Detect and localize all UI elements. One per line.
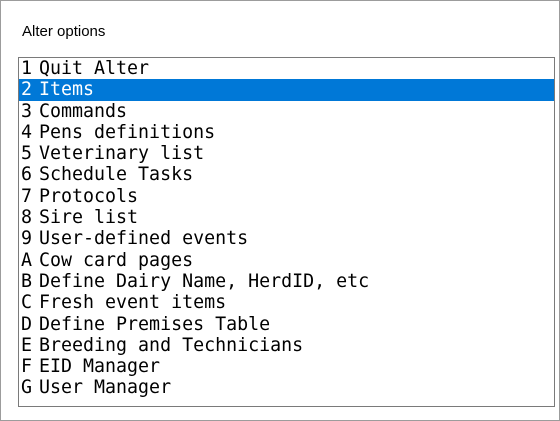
option-item[interactable]: E Breeding and Technicians (19, 335, 554, 356)
option-label: Quit Alter (39, 58, 150, 79)
option-key: 1 (21, 58, 33, 79)
option-key: 8 (21, 207, 33, 229)
option-item[interactable]: F EID Manager (19, 356, 554, 377)
option-item[interactable]: A Cow card pages (19, 250, 554, 271)
option-item[interactable]: 4 Pens definitions (19, 122, 554, 143)
option-label: Define Premises Table (39, 313, 271, 335)
option-item[interactable]: 9 User-defined events (19, 228, 554, 249)
option-key: 3 (21, 100, 33, 122)
option-key: C (21, 292, 33, 314)
option-label: Fresh event items (39, 292, 227, 314)
option-item[interactable]: 1 Quit Alter (19, 58, 554, 79)
option-item[interactable]: G User Manager (19, 377, 554, 398)
option-item[interactable]: 5 Veterinary list (19, 143, 554, 164)
option-key: 7 (21, 185, 33, 207)
option-key: E (21, 334, 33, 356)
option-key: A (21, 249, 33, 271)
option-label: Cow card pages (39, 249, 194, 271)
option-item[interactable]: 7 Protocols (19, 186, 554, 207)
option-key: D (21, 313, 33, 335)
option-label: Protocols (39, 185, 139, 207)
option-label: Define Dairy Name, HerdID, etc (39, 270, 370, 292)
option-label: User-defined events (39, 228, 249, 250)
option-key: G (21, 377, 33, 399)
options-list: 1 Quit Alter 2 Items 3 Commands 4 Pens definiti… (19, 58, 554, 399)
option-label: EID Manager (39, 356, 161, 378)
option-item[interactable]: 3 Commands (19, 101, 554, 122)
option-label: Commands (39, 100, 128, 122)
window-title: Alter options (22, 23, 106, 40)
option-key: 6 (21, 164, 33, 186)
options-listbox[interactable]: 1 Quit Alter 2 Items 3 Commands 4 Pens definiti… (18, 57, 555, 407)
option-key: 2 (21, 79, 33, 101)
option-item[interactable]: 6 Schedule Tasks (19, 164, 554, 185)
option-label: Breeding and Technicians (39, 334, 304, 356)
option-item[interactable]: B Define Dairy Name, HerdID, etc (19, 271, 554, 292)
option-key: 5 (21, 143, 33, 165)
option-label: Pens definitions (39, 121, 216, 143)
option-item[interactable]: 2 Items (19, 79, 554, 101)
option-label: User Manager (39, 377, 172, 399)
option-item[interactable]: D Define Premises Table (19, 314, 554, 335)
alter-options-window: Alter options 1 Quit Alter 2 Items 3 Commands… (0, 0, 560, 421)
option-key: B (21, 270, 33, 292)
option-label: Sire list (39, 207, 139, 229)
option-key: 9 (21, 228, 33, 250)
option-label: Veterinary list (39, 143, 205, 165)
option-item[interactable]: 8 Sire list (19, 207, 554, 228)
option-key: 4 (21, 121, 33, 143)
option-item[interactable]: C Fresh event items (19, 292, 554, 313)
option-key: F (21, 356, 33, 378)
option-label: Items (39, 79, 95, 101)
option-label: Schedule Tasks (39, 164, 194, 186)
